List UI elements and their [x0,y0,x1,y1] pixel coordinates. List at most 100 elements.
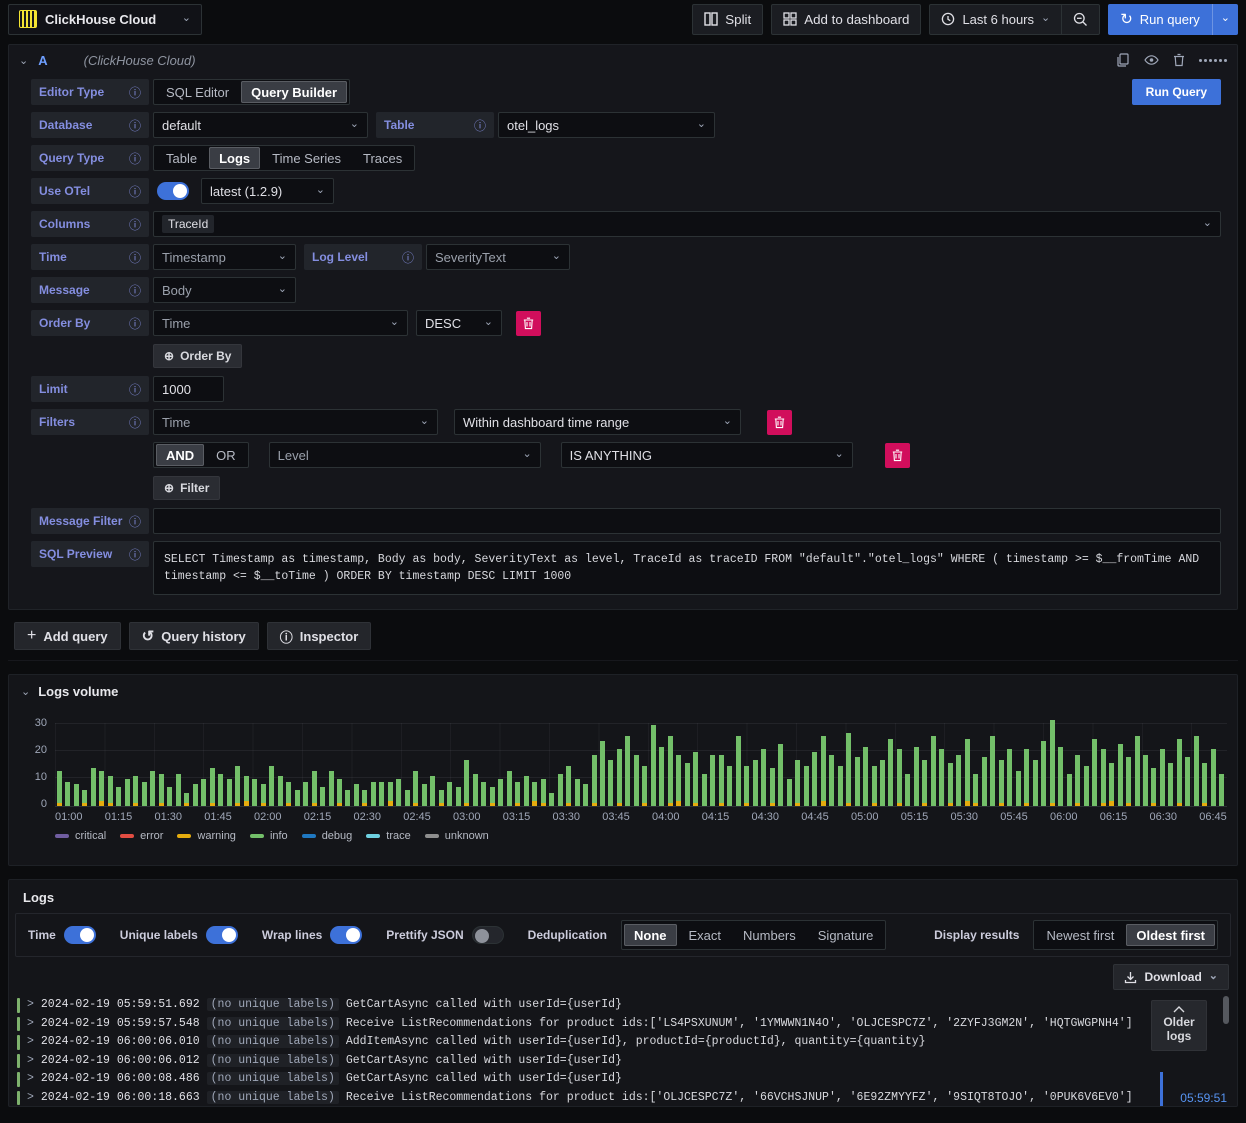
legend-item-error[interactable]: error [120,830,163,842]
dedup-numbers[interactable]: Numbers [733,924,806,946]
message-column-select[interactable]: Body ⌄ [153,277,296,303]
log-row[interactable]: >2024-02-19 05:59:51.692 (no unique label… [17,996,1229,1015]
query-type-logs[interactable]: Logs [209,147,261,169]
join-and[interactable]: AND [156,444,205,466]
remove-order-by-button[interactable] [516,310,541,336]
limit-input[interactable] [153,376,224,402]
expand-log-chevron-icon[interactable]: > [27,998,34,1011]
drag-handle-icon[interactable] [1199,58,1227,62]
query-history-button[interactable]: ↺ Query history [128,622,259,650]
log-row[interactable]: >2024-02-19 06:00:18.663 (no unique label… [17,1089,1229,1107]
dedup-exact[interactable]: Exact [679,924,732,946]
unique-labels-toggle[interactable] [205,926,238,944]
logs-scrollbar[interactable] [1223,996,1229,1024]
dedup-none[interactable]: None [624,924,677,946]
datasource-picker[interactable]: ClickHouse Cloud ⌄ [8,3,202,35]
download-button[interactable]: Download ⌄ [1113,964,1229,990]
legend-item-info[interactable]: info [249,830,288,842]
column-tag[interactable]: TraceId [162,215,215,233]
legend-item-trace[interactable]: trace [366,830,411,842]
info-icon[interactable]: ⓘ [129,546,141,563]
legend-item-debug[interactable]: debug [301,830,352,842]
hide-response-eye-icon[interactable] [1144,54,1159,66]
volume-bar [303,781,309,806]
expand-log-chevron-icon[interactable]: > [27,1035,34,1048]
filter-condition-select[interactable]: Within dashboard time range ⌄ [454,409,741,435]
collapse-chevron-icon[interactable]: ⌄ [21,685,30,698]
info-icon[interactable]: ⓘ [129,216,141,233]
dedup-signature[interactable]: Signature [808,924,884,946]
legend-item-unknown[interactable]: unknown [424,830,489,842]
use-otel-toggle[interactable] [157,182,189,200]
remove-level-filter-button[interactable] [884,442,910,468]
log-level-select[interactable]: SeverityText ⌄ [426,244,570,270]
info-icon[interactable]: ⓘ [402,249,414,266]
editor-type-sql-editor[interactable]: SQL Editor [156,81,239,103]
add-to-dashboard-button[interactable]: Add to dashboard [771,3,922,35]
chart-plot-area[interactable] [55,719,1227,807]
run-query-dropdown[interactable]: ⌄ [1211,3,1238,35]
info-icon[interactable]: ⓘ [129,117,141,134]
remove-query-trash-icon[interactable] [1173,53,1185,67]
editor-type-label: Editor Type ⓘ [31,79,149,105]
filter-operator-select[interactable]: IS ANYTHING ⌄ [560,442,853,468]
prettify-json-toggle[interactable] [471,926,504,944]
otel-version-select[interactable]: latest (1.2.9) ⌄ [201,178,334,204]
zoom-out-button[interactable] [1061,4,1099,34]
info-icon[interactable]: ⓘ [474,117,486,134]
expand-log-chevron-icon[interactable]: > [27,1091,34,1104]
query-type-traces[interactable]: Traces [353,147,412,169]
legend-item-critical[interactable]: critical [55,830,106,842]
add-query-button[interactable]: + Add query [14,622,121,650]
info-icon[interactable]: ⓘ [129,381,141,398]
time-column-select[interactable]: Timestamp ⌄ [153,244,296,270]
info-icon[interactable]: ⓘ [129,84,141,101]
database-select[interactable]: default ⌄ [153,112,368,138]
info-icon[interactable]: ⓘ [129,183,141,200]
wrap-lines-toggle[interactable] [330,926,363,944]
collapse-chevron-icon[interactable]: ⌄ [19,54,28,67]
display-oldest-first[interactable]: Oldest first [1126,924,1215,946]
run-query-panel-button[interactable]: Run Query [1131,79,1221,105]
expand-log-chevron-icon[interactable]: > [27,1054,34,1067]
query-type-table[interactable]: Table [156,147,207,169]
table-select[interactable]: otel_logs ⌄ [498,112,715,138]
time-range-picker[interactable]: Last 6 hours ⌄ [930,5,1061,34]
log-row[interactable]: >2024-02-19 06:00:06.010 (no unique label… [17,1033,1229,1052]
info-icon[interactable]: ⓘ [129,282,141,299]
log-row[interactable]: >2024-02-19 06:00:08.486 (no unique label… [17,1070,1229,1089]
filter-field-select[interactable]: Time ⌄ [153,409,438,435]
filter-level-select[interactable]: Level ⌄ [268,442,541,468]
order-by-direction-select[interactable]: DESC ⌄ [416,310,502,336]
split-button[interactable]: Split [692,3,764,35]
expand-log-chevron-icon[interactable]: > [27,1017,34,1030]
info-icon[interactable]: ⓘ [129,249,141,266]
join-or[interactable]: OR [206,444,246,466]
order-by-field-select[interactable]: Time ⌄ [153,310,408,336]
columns-multiselect[interactable]: TraceId ⌄ [153,211,1221,237]
add-filter-button[interactable]: ⊕ Filter [153,476,221,500]
duplicate-query-icon[interactable] [1116,53,1130,67]
trash-icon [774,416,785,428]
add-order-by-button[interactable]: ⊕ Order By [153,344,243,368]
volume-bar [73,784,79,806]
expand-log-chevron-icon[interactable]: > [27,1072,34,1085]
display-newest-first[interactable]: Newest first [1036,924,1124,946]
use-otel-row: Use OTel ⓘ latest (1.2.9) ⌄ [31,178,1221,204]
inspector-button[interactable]: ⓘ Inspector [266,622,372,650]
info-icon[interactable]: ⓘ [129,150,141,167]
query-type-time-series[interactable]: Time Series [262,147,351,169]
run-query-button[interactable]: ↻ Run query [1108,4,1212,35]
info-icon[interactable]: ⓘ [129,414,141,431]
log-row[interactable]: >2024-02-19 06:00:06.012 (no unique label… [17,1052,1229,1071]
time-toggle[interactable] [63,926,96,944]
log-row[interactable]: >2024-02-19 05:59:57.548 (no unique label… [17,1015,1229,1034]
info-icon[interactable]: ⓘ [129,513,141,530]
legend-item-warning[interactable]: warning [177,830,236,842]
older-logs-button[interactable]: Older logs [1151,1000,1207,1051]
message-filter-input[interactable] [153,508,1221,534]
remove-filter-button[interactable] [767,409,792,435]
info-icon[interactable]: ⓘ [129,315,141,332]
editor-type-query-builder[interactable]: Query Builder [241,81,348,103]
query-ref-id[interactable]: A [38,53,47,68]
